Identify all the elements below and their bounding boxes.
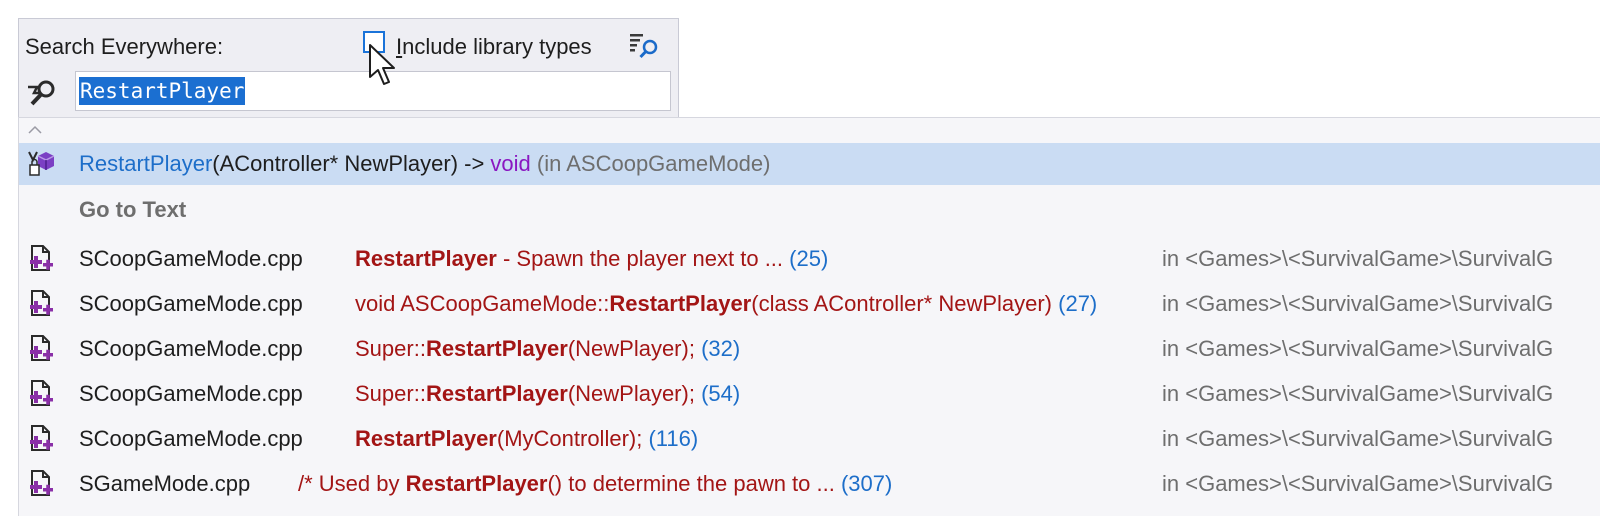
search-everywhere-popup: Search Everywhere: Include library types… xyxy=(0,0,1600,516)
snippet-line-number: (54) xyxy=(694,381,741,406)
text-result-row[interactable]: SCoopGameMode.cpp void ASCoopGameMode::R… xyxy=(19,283,1600,325)
snippet-match: RestartPlayer xyxy=(609,291,752,316)
snippet-line-number: (32) xyxy=(694,336,741,361)
snippet-match: RestartPlayer xyxy=(425,381,568,406)
text-result-row[interactable]: SCoopGameMode.cpp RestartPlayer - Spawn … xyxy=(19,238,1600,280)
snippet-line-number: (25) xyxy=(783,246,829,271)
snippet-post: () to determine the pawn to ... xyxy=(547,471,835,496)
symbol-signature: (AController* NewPlayer) -> xyxy=(212,151,491,176)
cpp-file-icon xyxy=(30,470,53,496)
search-query-value: RestartPlayer xyxy=(79,77,246,105)
snippet-match: RestartPlayer xyxy=(405,471,548,496)
snippet-line-number: (27) xyxy=(1052,291,1098,316)
text-result-row[interactable]: SCoopGameMode.cpp RestartPlayer(MyContro… xyxy=(19,418,1600,460)
cpp-file-icon xyxy=(30,380,53,406)
symbol-return-type: void xyxy=(490,151,531,176)
cpp-file-icon xyxy=(30,425,53,451)
snippet-post: (NewPlayer); xyxy=(567,381,695,406)
result-file-name: SCoopGameMode.cpp xyxy=(79,336,303,361)
result-file-name: SCoopGameMode.cpp xyxy=(79,246,303,271)
search-header: Search Everywhere: Include library types… xyxy=(18,18,679,118)
snippet-match: RestartPlayer xyxy=(425,336,568,361)
cpp-file-icon xyxy=(30,335,53,361)
cpp-file-icon xyxy=(30,290,53,316)
search-title: Search Everywhere: xyxy=(25,34,224,59)
snippet-post: - Spawn the player next to ... xyxy=(496,246,784,271)
snippet-match: RestartPlayer xyxy=(355,426,497,451)
snippet-pre: /* Used by xyxy=(298,471,406,496)
result-file-name: SCoopGameMode.cpp xyxy=(79,381,303,406)
snippet-pre: Super:: xyxy=(355,336,426,361)
snippet-post: (MyController); xyxy=(496,426,643,451)
include-library-types-label[interactable]: Include library types xyxy=(396,34,592,60)
result-location: in <Games>\<SurvivalGame>\SurvivalG xyxy=(1162,426,1554,451)
snippet-match: RestartPlayer xyxy=(355,246,497,271)
result-file-name: SCoopGameMode.cpp xyxy=(79,426,303,451)
symbol-result-text: RestartPlayer(AController* NewPlayer) ->… xyxy=(79,143,770,185)
result-snippet: void ASCoopGameMode::RestartPlayer(class… xyxy=(355,283,1097,325)
text-result-row[interactable]: SCoopGameMode.cpp Super::RestartPlayer(N… xyxy=(19,373,1600,415)
snippet-line-number: (116) xyxy=(642,426,699,451)
text-result-row[interactable]: SCoopGameMode.cpp Super::RestartPlayer(N… xyxy=(19,328,1600,370)
result-file-name: SCoopGameMode.cpp xyxy=(79,291,303,316)
result-snippet: Super::RestartPlayer(NewPlayer); (32) xyxy=(355,328,740,370)
result-snippet: Super::RestartPlayer(NewPlayer); (54) xyxy=(355,373,740,415)
symbol-container: (in ASCoopGameMode) xyxy=(530,151,771,176)
snippet-pre: void ASCoopGameMode:: xyxy=(355,291,610,316)
result-location: in <Games>\<SurvivalGame>\SurvivalG xyxy=(1162,246,1554,271)
text-result-row[interactable]: SGameMode.cpp /* Used by RestartPlayer()… xyxy=(19,463,1600,505)
result-file-name: SGameMode.cpp xyxy=(79,471,251,496)
mouse-cursor-icon xyxy=(369,44,395,85)
snippet-line-number: (307) xyxy=(834,471,893,496)
include-library-types-label-rest: nclude library types xyxy=(402,34,592,59)
result-snippet: RestartPlayer(MyController); (116) xyxy=(355,418,698,460)
filter-search-icon[interactable] xyxy=(628,30,660,62)
symbol-name: RestartPlayer xyxy=(79,151,213,176)
results-list: RestartPlayer(AController* NewPlayer) ->… xyxy=(18,117,1600,516)
search-scope-icon xyxy=(28,80,55,106)
result-location: in <Games>\<SurvivalGame>\SurvivalG xyxy=(1162,291,1554,316)
result-location: in <Games>\<SurvivalGame>\SurvivalG xyxy=(1162,381,1554,406)
result-location: in <Games>\<SurvivalGame>\SurvivalG xyxy=(1162,471,1554,496)
result-location: in <Games>\<SurvivalGame>\SurvivalG xyxy=(1162,336,1554,361)
symbol-result-row[interactable]: RestartPlayer(AController* NewPlayer) ->… xyxy=(19,143,1600,185)
cpp-file-icon xyxy=(30,245,53,271)
method-icon xyxy=(28,151,55,176)
snippet-pre: Super:: xyxy=(355,381,426,406)
chevron-up-icon[interactable] xyxy=(27,124,43,136)
go-to-text-header: Go to Text xyxy=(79,197,187,222)
snippet-post: (NewPlayer); xyxy=(567,336,695,361)
result-snippet: RestartPlayer - Spawn the player next to… xyxy=(355,238,828,280)
result-snippet: /* Used by RestartPlayer() to determine … xyxy=(298,463,892,505)
snippet-post: (class AController* NewPlayer) xyxy=(751,291,1053,316)
